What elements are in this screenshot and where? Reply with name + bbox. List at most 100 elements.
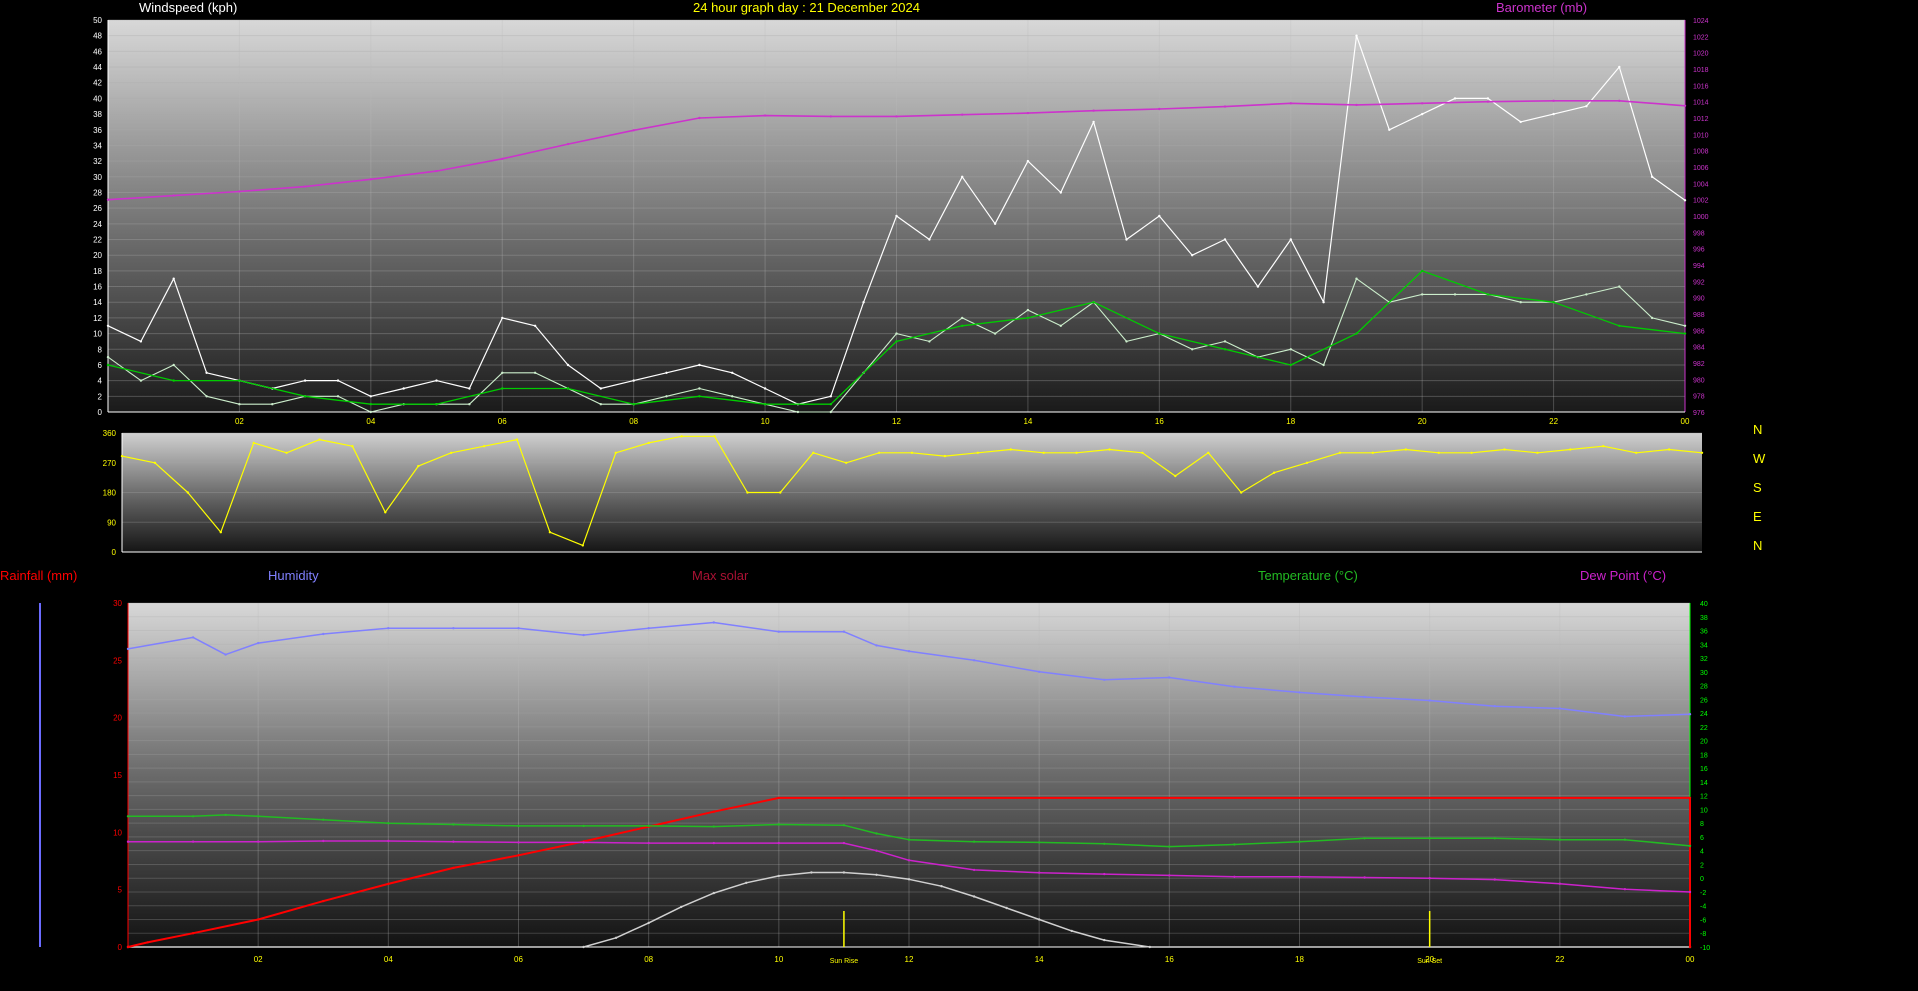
series-humidity-point	[1623, 715, 1627, 718]
series-barometer-mb--point	[1683, 104, 1687, 108]
temperature-y-tick-label: -4	[1700, 904, 1706, 911]
series-dew-point-c--point	[1623, 888, 1627, 891]
series-average-point	[895, 340, 898, 343]
series-wind-direction-point	[1240, 491, 1243, 494]
series-wind-direction-point	[1174, 474, 1177, 478]
series-gust-point	[566, 363, 570, 367]
series-barometer-mb--point	[1026, 111, 1030, 115]
series-wind-speed-point	[599, 403, 602, 406]
series-humidity-point	[452, 627, 455, 630]
temperature-y-tick-label: -10	[1700, 945, 1710, 952]
barometer-y-tick-label: 1010	[1693, 132, 1709, 139]
series-wind-speed-point	[1618, 285, 1621, 288]
series-wind-direction-point	[976, 451, 979, 454]
series-max-solar-point	[614, 936, 618, 939]
series-rainfall-point	[322, 899, 325, 903]
series-humidity-point	[907, 650, 911, 653]
wind-y-tick-label: 42	[93, 79, 102, 88]
series-gust-point	[1486, 97, 1490, 100]
series-wind-speed-point	[1059, 324, 1063, 327]
temperature-y-tick-label: -8	[1700, 931, 1706, 938]
temperature-y-tick-label: 40	[1700, 601, 1708, 608]
series-temperature-c--point	[126, 815, 130, 818]
series-humidity-point	[875, 644, 878, 647]
temperature-y-tick-label: -6	[1700, 917, 1706, 924]
series-rainfall-point	[387, 882, 390, 886]
series-dew-point-c--point	[1363, 876, 1366, 879]
series-wind-speed-point	[336, 395, 340, 398]
series-wind-speed-point	[369, 410, 372, 414]
series-wind-speed-point	[665, 395, 668, 398]
series-average-point	[106, 363, 110, 367]
series-rainfall-point	[842, 796, 846, 800]
series-temperature-c--point	[1103, 842, 1106, 845]
compass-label-n-bottom: N	[1753, 538, 1763, 553]
series-gust-point	[435, 379, 438, 382]
x-tick-label: 16	[1155, 417, 1164, 426]
series-dew-point-c--point	[1298, 875, 1301, 878]
temperature-y-tick-label: 38	[1700, 615, 1708, 622]
dew-point-legend: Dew Point (°C)	[1580, 568, 1667, 583]
series-max-solar-point	[777, 874, 780, 878]
series-wind-speed-point	[829, 410, 832, 414]
series-wind-direction-point	[351, 445, 354, 448]
series-rainfall-point	[517, 854, 520, 857]
series-wind-speed-point	[1650, 316, 1654, 320]
series-dew-point-c--point	[452, 840, 455, 843]
annotation-label: Sun Rise	[830, 958, 859, 965]
barometer-y-tick-label: 986	[1693, 328, 1705, 335]
max-solar-legend: Max solar	[692, 568, 749, 583]
series-gust-point	[1453, 97, 1457, 100]
series-max-solar-point	[745, 881, 748, 884]
series-wind-speed-point	[993, 332, 997, 335]
series-gust-point	[829, 395, 832, 398]
series-max-solar-point	[940, 885, 943, 888]
series-max-solar-point	[680, 905, 683, 909]
x-tick-label: 06	[498, 417, 507, 426]
series-temperature-c--point	[712, 825, 715, 828]
series-temperature-c--point	[1493, 837, 1497, 840]
wind-y-tick-label: 30	[93, 173, 102, 182]
series-wind-direction-point	[1108, 448, 1111, 451]
series-temperature-c--point	[875, 832, 878, 835]
series-dew-point-c--point	[647, 841, 650, 845]
series-wind-direction-point	[120, 454, 124, 458]
series-barometer-mb--point	[369, 178, 372, 181]
series-wind-direction-point	[1042, 451, 1045, 454]
barometer-y-tick-label: 1006	[1693, 165, 1709, 172]
temperature-y-tick-label: 0	[1700, 876, 1704, 883]
wind-y-tick-label: 28	[93, 188, 102, 197]
series-wind-speed-point	[468, 403, 471, 406]
series-barometer-mb--point	[566, 142, 570, 146]
rainfall-y-tick-label: 5	[118, 886, 123, 895]
series-barometer-mb--point	[303, 185, 307, 188]
wind-y-tick-label: 46	[93, 47, 102, 56]
series-wind-direction-point	[482, 445, 486, 448]
wind-y-tick-label: 0	[98, 408, 103, 417]
series-temperature-c--point	[224, 813, 227, 817]
series-rainfall-point	[126, 945, 130, 949]
series-gust-point	[106, 324, 110, 327]
temperature-y-tick-label: 34	[1700, 642, 1708, 649]
series-temperature-c--point	[582, 824, 585, 828]
temperature-y-tick-label: 4	[1700, 849, 1704, 856]
series-wind-speed-point	[1585, 293, 1588, 296]
series-barometer-mb--point	[1552, 99, 1555, 103]
x-tick-label: 18	[1286, 417, 1295, 426]
temperature-y-tick-label: 16	[1700, 766, 1708, 773]
series-wind-direction-point	[1602, 445, 1605, 448]
barometer-y-tick-label: 994	[1693, 263, 1705, 270]
series-wind-speed-point	[1026, 308, 1030, 312]
series-humidity-point	[387, 627, 390, 630]
barometer-y-tick-label: 1018	[1693, 67, 1709, 74]
series-wind-direction-point	[548, 531, 552, 534]
series-humidity-point	[517, 627, 520, 630]
series-gust-point	[632, 379, 635, 382]
series-gust-point	[1092, 120, 1095, 124]
series-temperature-c--point	[1298, 840, 1301, 843]
series-wind-direction-point	[581, 544, 584, 547]
series-dew-point-c--point	[1558, 882, 1562, 885]
series-max-solar-point	[842, 871, 846, 874]
series-gust-point	[1223, 238, 1227, 241]
series-dew-point-c--point	[1168, 874, 1171, 877]
